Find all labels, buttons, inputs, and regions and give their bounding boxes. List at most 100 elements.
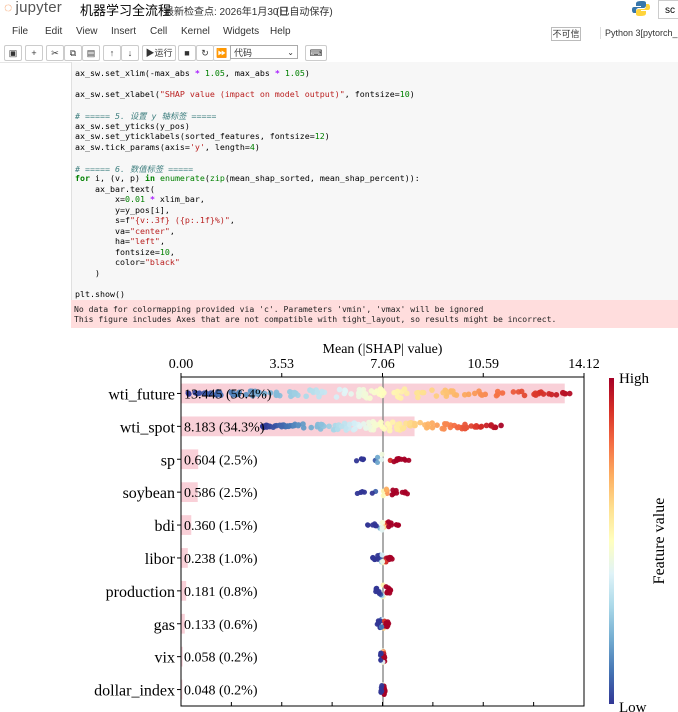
shap-figure: 13.445 (56.4%) 8.183 (34.3%) 0.604 (2.5%) 0… bbox=[0, 336, 678, 712]
beeswarm-point bbox=[359, 489, 365, 495]
jupyter-logo-text: jupyter bbox=[15, 0, 62, 16]
menu-file[interactable]: File bbox=[12, 26, 28, 37]
beeswarm-point bbox=[370, 554, 376, 561]
notebook-title[interactable]: 机器学习全流程 bbox=[80, 0, 171, 19]
stderr-output: No data for colormapping provided via 'c… bbox=[71, 300, 678, 328]
save-icon[interactable]: ▣ bbox=[4, 45, 22, 61]
trusted-indicator[interactable]: 不可信 bbox=[551, 27, 581, 41]
menu-widgets[interactable]: Widgets bbox=[223, 26, 259, 37]
ytick-label: vix bbox=[155, 650, 175, 667]
code-line: ax_bar.text( bbox=[75, 184, 155, 194]
beeswarm-point bbox=[353, 458, 360, 464]
xtick-label: 0.00 bbox=[169, 357, 194, 372]
paste-icon[interactable]: ▤ bbox=[82, 45, 100, 61]
code-line: color="black" bbox=[75, 257, 180, 267]
beeswarm-point bbox=[374, 388, 380, 394]
beeswarm-point bbox=[378, 651, 384, 657]
beeswarm-point bbox=[356, 386, 363, 393]
value-label: 8.183 (34.3%) bbox=[184, 420, 265, 435]
move-down-icon[interactable]: ↓ bbox=[121, 45, 139, 61]
xtick-label: 3.53 bbox=[270, 357, 295, 372]
menu-insert[interactable]: Insert bbox=[111, 26, 136, 37]
menu-view[interactable]: View bbox=[76, 26, 98, 37]
python-logo-icon bbox=[632, 1, 650, 16]
code-cell-input[interactable]: ax_sw.set_xlim(-max_abs * 1.05, max_abs … bbox=[71, 62, 678, 300]
beeswarm-point bbox=[384, 421, 391, 427]
menu-edit[interactable]: Edit bbox=[45, 26, 62, 37]
beeswarm-point bbox=[389, 419, 396, 425]
beeswarm-point bbox=[372, 523, 378, 529]
beeswarm-point bbox=[338, 423, 345, 430]
fast-forward-icon[interactable]: ⏩ bbox=[213, 45, 231, 61]
beeswarm-point bbox=[378, 684, 384, 691]
value-label: 0.238 (1.0%) bbox=[184, 552, 258, 567]
keyboard-icon[interactable]: ⌨ bbox=[305, 45, 327, 61]
beeswarm-point bbox=[326, 423, 332, 430]
menu-help[interactable]: Help bbox=[270, 26, 291, 37]
beeswarm-point bbox=[429, 387, 435, 393]
beeswarm-point bbox=[363, 425, 369, 431]
ytick-label: soybean bbox=[123, 485, 175, 502]
beeswarm-point bbox=[346, 421, 353, 428]
ytick-label: libor bbox=[145, 551, 176, 568]
beeswarm-point bbox=[398, 395, 404, 401]
add-cell-icon[interactable]: + bbox=[25, 45, 43, 61]
ytick-label: dollar_index bbox=[94, 683, 175, 700]
beeswarm-point bbox=[394, 421, 401, 428]
x-axis-label: Mean (|SHAP| value) bbox=[323, 342, 443, 357]
beeswarm-point bbox=[478, 423, 485, 430]
beeswarm-point bbox=[383, 486, 390, 492]
jupyter-logo[interactable]: ◌ jupyter bbox=[4, 0, 62, 16]
beeswarm-point bbox=[532, 392, 539, 398]
beeswarm-point bbox=[374, 454, 381, 460]
value-label: 0.586 (2.5%) bbox=[184, 486, 258, 501]
beeswarm-point bbox=[365, 522, 371, 528]
beeswarm-point bbox=[498, 422, 504, 429]
shap-chart: 13.445 (56.4%) 8.183 (34.3%) 0.604 (2.5%) 0… bbox=[94, 342, 668, 712]
beeswarm-point bbox=[314, 389, 321, 396]
code-line: ax_sw.tick_params(axis='y', length=4) bbox=[75, 142, 260, 152]
copy-icon[interactable]: ⧉ bbox=[64, 45, 82, 61]
beeswarm-point bbox=[383, 620, 389, 626]
value-label: 0.048 (0.2%) bbox=[184, 684, 258, 699]
run-label: 运行 bbox=[154, 48, 173, 58]
beeswarm-point bbox=[291, 391, 298, 397]
beeswarm-point bbox=[336, 386, 343, 393]
beeswarm-point bbox=[499, 390, 506, 396]
beeswarm-point bbox=[295, 422, 302, 428]
stderr-line: No data for colormapping provided via 'c… bbox=[74, 304, 484, 314]
restart-icon[interactable]: ↻ bbox=[196, 45, 214, 61]
colorbar-title: Feature value bbox=[651, 498, 668, 585]
menu-kernel[interactable]: Kernel bbox=[181, 26, 210, 37]
colorbar bbox=[609, 378, 614, 704]
beeswarm-point bbox=[360, 456, 366, 463]
chevron-down-icon: ⌄ bbox=[287, 48, 294, 57]
beeswarm-point bbox=[342, 388, 349, 394]
code-line: y=y_pos[i], bbox=[75, 205, 170, 215]
xtick-label: 10.59 bbox=[468, 357, 500, 372]
run-button[interactable]: ▶运行 bbox=[142, 45, 176, 61]
menu-cell[interactable]: Cell bbox=[150, 26, 167, 37]
cut-icon[interactable]: ✂ bbox=[46, 45, 64, 61]
checkpoint-status: 最新检查点: 2026年1月30日 bbox=[164, 7, 289, 18]
jupyter-logo-icon: ◌ bbox=[4, 0, 13, 15]
beeswarm-point bbox=[538, 389, 544, 395]
beeswarm-point bbox=[379, 451, 385, 457]
xtick-label: 14.12 bbox=[568, 357, 600, 372]
value-label: 13.445 (56.4%) bbox=[184, 387, 272, 402]
stop-icon[interactable]: ■ bbox=[178, 45, 196, 61]
beeswarm-point bbox=[357, 423, 363, 430]
ytick-label: bdi bbox=[155, 518, 176, 535]
cell-type-select[interactable]: 代码 ⌄ bbox=[230, 45, 298, 59]
beeswarm-point bbox=[479, 392, 485, 398]
toolbar: ▣ + ✂ ⧉ ▤ ↑ ↓ ▶运行 ■ ↻ ⏩ 代码 ⌄ ⌨ bbox=[0, 44, 678, 63]
beeswarm-point bbox=[380, 493, 386, 499]
cell-type-value: 代码 bbox=[234, 48, 253, 58]
beeswarm-point bbox=[333, 394, 340, 400]
beeswarm-point bbox=[442, 421, 449, 428]
move-up-icon[interactable]: ↑ bbox=[103, 45, 121, 61]
login-button[interactable]: sc bbox=[658, 0, 678, 19]
beeswarm-point bbox=[369, 490, 375, 496]
kernel-indicator[interactable]: Python 3[pytorch_ bbox=[600, 27, 678, 39]
code-line: ) bbox=[75, 268, 100, 278]
